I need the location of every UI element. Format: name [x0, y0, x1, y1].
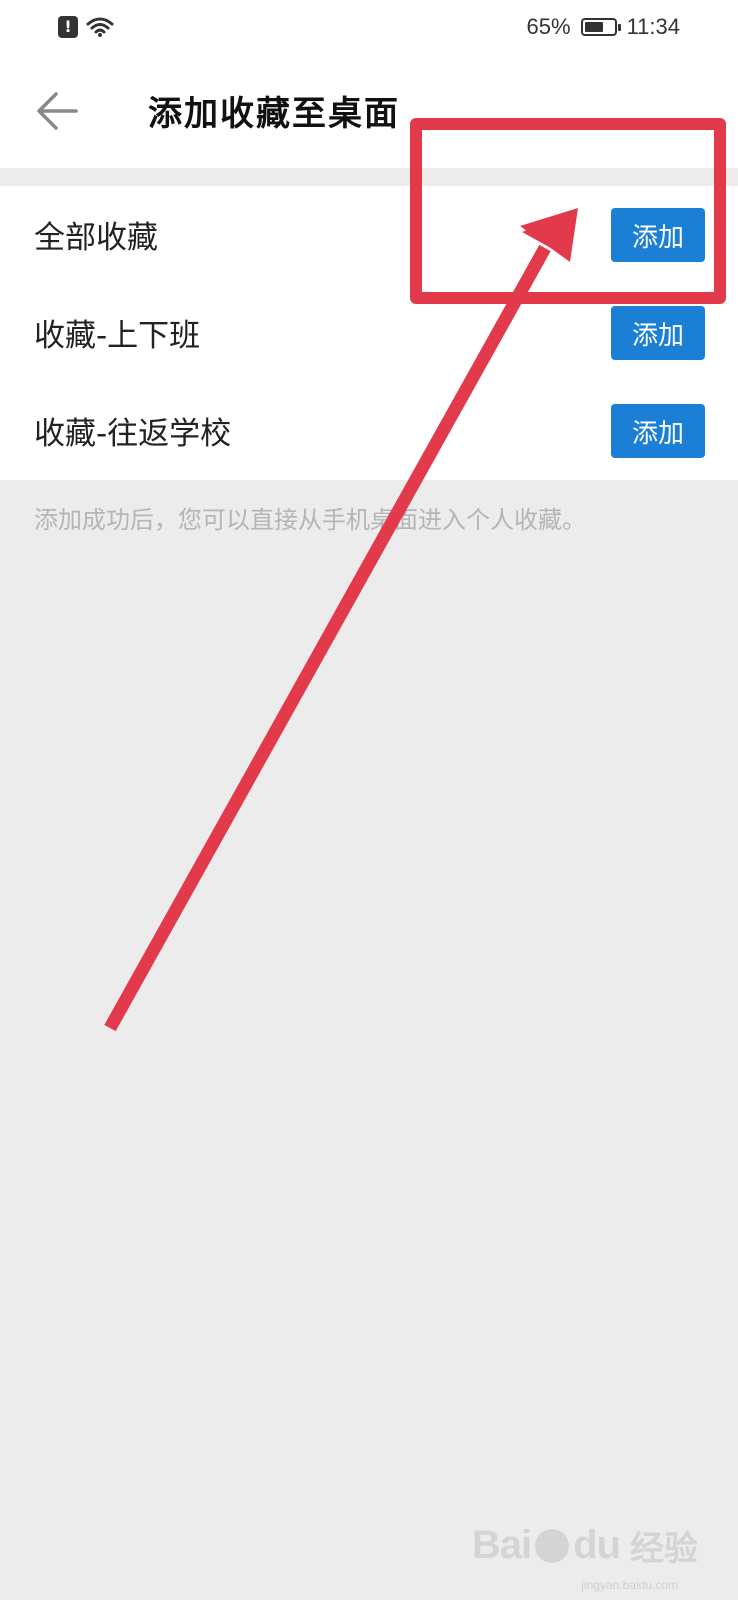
add-button-school[interactable]: 添加 — [611, 404, 705, 458]
list-item-commute: 收藏-上下班 添加 — [0, 284, 738, 382]
alert-icon: ! — [58, 16, 78, 38]
baidu-watermark: Bai du 经验 — [472, 1521, 698, 1570]
watermark-text: 经验 — [630, 1530, 698, 1568]
watermark-logo-suffix: du — [573, 1523, 621, 1567]
battery-fill — [584, 22, 603, 32]
list-item-label: 收藏-上下班 — [34, 318, 201, 354]
add-button-commute[interactable]: 添加 — [611, 306, 705, 360]
list-item-school: 收藏-往返学校 添加 — [0, 382, 738, 480]
battery-icon — [580, 18, 621, 36]
back-arrow-icon[interactable] — [34, 88, 80, 134]
clock: 11:34 — [626, 14, 680, 39]
list-item-label: 全部收藏 — [34, 220, 158, 256]
wifi-icon — [86, 17, 114, 37]
favorites-list: 全部收藏 添加 收藏-上下班 添加 收藏-往返学校 添加 — [0, 186, 738, 480]
status-bar-left: ! — [58, 16, 114, 38]
status-bar: ! 65% 11:34 — [0, 0, 738, 58]
nav-bar: 添加收藏至桌面 — [0, 58, 738, 168]
page-title: 添加收藏至桌面 — [148, 94, 400, 134]
add-button-all-favorites[interactable]: 添加 — [611, 208, 705, 262]
hint-text: 添加成功后，您可以直接从手机桌面进入个人收藏。 — [34, 506, 586, 534]
paw-icon — [535, 1528, 570, 1563]
status-bar-right: 65% 11:34 — [527, 14, 680, 40]
watermark-logo: Bai — [471, 1523, 532, 1567]
watermark-url: jingyan.baidu.com — [581, 1578, 678, 1592]
list-item-label: 收藏-往返学校 — [34, 416, 232, 452]
list-item-all-favorites: 全部收藏 添加 — [0, 186, 738, 284]
battery-percent: 65% — [526, 14, 571, 39]
